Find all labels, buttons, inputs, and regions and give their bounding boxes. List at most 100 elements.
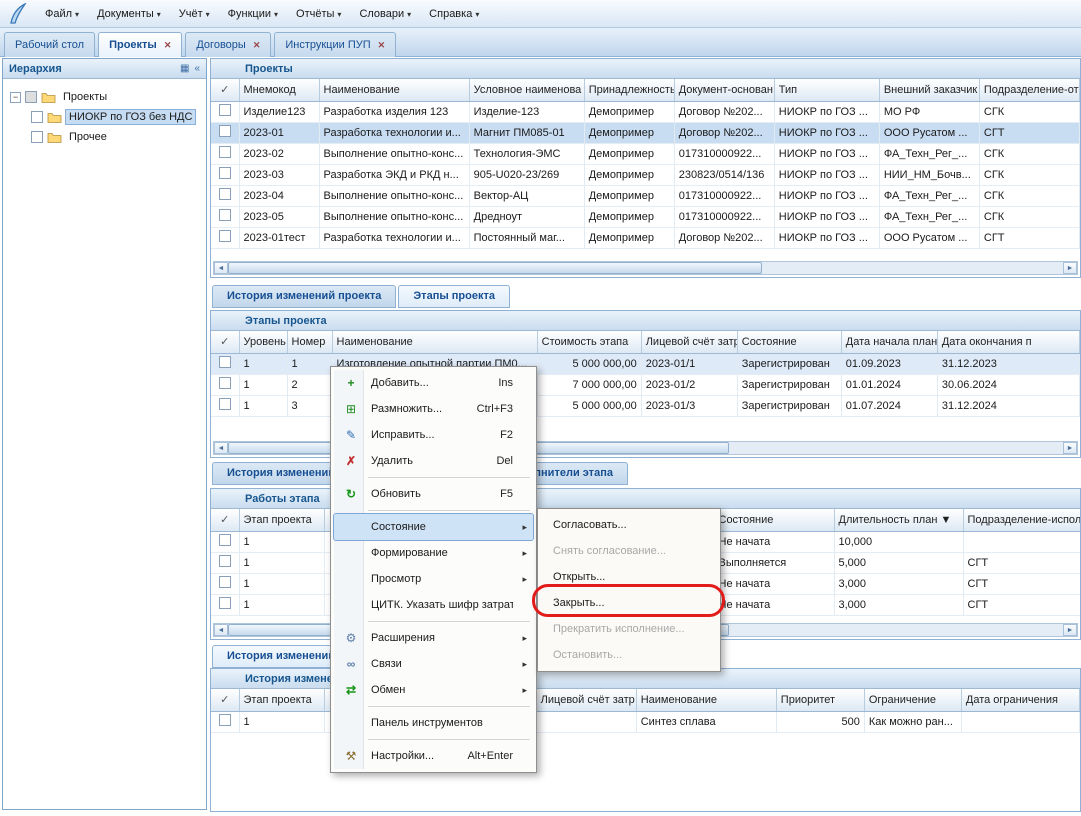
column-header[interactable]: Лицевой счёт затрат: [641, 331, 737, 353]
menu-item-toolbar[interactable]: Панель инструментов: [334, 710, 533, 736]
select-all-column-header[interactable]: ✓: [211, 689, 239, 711]
collapse-node-icon[interactable]: −: [10, 92, 21, 103]
table-row[interactable]: 2023-01Разработка технологии и...Магнит …: [211, 122, 1080, 143]
node-checkbox[interactable]: [31, 111, 43, 123]
column-header[interactable]: Состояние: [737, 331, 841, 353]
menubar-item-functions[interactable]: Функции▾: [219, 4, 287, 24]
menu-item-view[interactable]: Просмотр▸: [334, 566, 533, 592]
select-all-column-header[interactable]: ✓: [211, 509, 239, 531]
table-row[interactable]: 2023-04Выполнение опытно-конс...Вектор-А…: [211, 185, 1080, 206]
row-checkbox[interactable]: [219, 576, 231, 588]
row-checkbox[interactable]: [219, 597, 231, 609]
select-all-column-header[interactable]: ✓: [211, 331, 239, 353]
menu-item-delete[interactable]: ✗УдалитьDel: [334, 448, 533, 474]
row-checkbox[interactable]: [219, 555, 231, 567]
menubar-item-file[interactable]: Файл▾: [36, 4, 88, 24]
menu-item-add[interactable]: +Добавить...Ins: [334, 370, 533, 396]
menu-item-approve[interactable]: Согласовать...: [541, 512, 717, 538]
column-header[interactable]: Принадлежность: [584, 79, 674, 101]
scroll-right-icon[interactable]: ►: [1063, 262, 1077, 274]
tab-contracts[interactable]: Договоры✕: [185, 32, 271, 57]
column-header[interactable]: Этап проекта: [239, 509, 324, 531]
node-checkbox[interactable]: [31, 131, 43, 143]
menubar-item-accounting[interactable]: Учёт▾: [170, 4, 219, 24]
column-header[interactable]: Этап проекта: [239, 689, 324, 711]
tab-desktop[interactable]: Рабочий стол: [4, 32, 95, 57]
menubar-item-documents[interactable]: Документы▾: [88, 4, 170, 24]
column-header[interactable]: Мнемокод: [239, 79, 319, 101]
table-row[interactable]: 2023-05Выполнение опытно-конс...Дредноут…: [211, 206, 1080, 227]
column-header[interactable]: Стоимость этапа: [537, 331, 641, 353]
tab-projects[interactable]: Проекты✕: [98, 32, 182, 57]
scroll-left-icon[interactable]: ◄: [214, 262, 228, 274]
menu-item-settings[interactable]: ⚒Настройки...Alt+Enter: [334, 743, 533, 769]
collapse-panel-icon[interactable]: «: [194, 63, 200, 74]
table-row[interactable]: 2023-02Выполнение опытно-конс...Технолог…: [211, 143, 1080, 164]
scroll-left-icon[interactable]: ◄: [214, 442, 228, 454]
scroll-right-icon[interactable]: ►: [1063, 442, 1077, 454]
tab-project-history[interactable]: История изменений проекта: [212, 285, 396, 308]
column-header[interactable]: Подразделение-исполн: [963, 509, 1081, 531]
scroll-left-icon[interactable]: ◄: [214, 624, 228, 636]
column-header[interactable]: Наименование: [332, 331, 537, 353]
row-checkbox[interactable]: [219, 398, 231, 410]
column-header[interactable]: Внешний заказчик: [879, 79, 979, 101]
column-header[interactable]: Подразделение-от: [979, 79, 1079, 101]
tab-project-stages[interactable]: Этапы проекта: [398, 285, 510, 308]
column-header[interactable]: Дата ограничения: [961, 689, 1079, 711]
scrollbar-thumb[interactable]: [228, 262, 762, 274]
close-icon[interactable]: ✕: [164, 40, 172, 51]
table-row[interactable]: 2023-01тестРазработка технологии и...Пос…: [211, 227, 1080, 248]
column-header[interactable]: Дата начала план: [841, 331, 937, 353]
tab-instructions[interactable]: Инструкции ПУП✕: [274, 32, 396, 57]
row-checkbox[interactable]: [219, 230, 231, 242]
scroll-right-icon[interactable]: ►: [1063, 624, 1077, 636]
row-checkbox[interactable]: [219, 534, 231, 546]
row-checkbox[interactable]: [219, 125, 231, 137]
column-header[interactable]: Номер: [287, 331, 332, 353]
node-checkbox[interactable]: [25, 91, 37, 103]
column-header[interactable]: Приоритет: [776, 689, 864, 711]
tree-node-niokr[interactable]: НИОКР по ГОЗ без НДС: [5, 107, 204, 127]
row-checkbox[interactable]: [219, 377, 231, 389]
table-row[interactable]: 2023-03Разработка ЭКД и РКД н...905-U020…: [211, 164, 1080, 185]
column-header[interactable]: Тип: [774, 79, 879, 101]
column-header[interactable]: Длительность план ▼: [834, 509, 963, 531]
table-row[interactable]: Изделие123Разработка изделия 123Изделие-…: [211, 101, 1080, 122]
menu-item-links[interactable]: ∞Связи▸: [334, 651, 533, 677]
menu-item-refresh[interactable]: ↻ОбновитьF5: [334, 481, 533, 507]
scrollbar-track[interactable]: [228, 262, 1063, 274]
column-header[interactable]: Наименование: [319, 79, 469, 101]
menubar-item-help[interactable]: Справка▾: [420, 4, 488, 24]
column-header[interactable]: Условное наименова: [469, 79, 584, 101]
menu-item-citk-cost-code[interactable]: ЦИТК. Указать шифр затрат...: [334, 592, 533, 618]
column-header[interactable]: Состояние: [714, 509, 834, 531]
column-header[interactable]: Наименование: [636, 689, 776, 711]
row-checkbox[interactable]: [219, 146, 231, 158]
close-icon[interactable]: ✕: [378, 40, 386, 51]
menu-item-state[interactable]: Состояние▸: [334, 514, 533, 540]
tree-node-other[interactable]: Прочее: [5, 127, 204, 147]
menu-item-extensions[interactable]: ⚙Расширения▸: [334, 625, 533, 651]
select-all-column-header[interactable]: ✓: [211, 79, 239, 101]
row-checkbox[interactable]: [219, 714, 231, 726]
row-checkbox[interactable]: [219, 356, 231, 368]
menu-item-duplicate[interactable]: ⊞Размножить...Ctrl+F3: [334, 396, 533, 422]
row-checkbox[interactable]: [219, 167, 231, 179]
column-header[interactable]: Документ-основан: [674, 79, 774, 101]
menu-item-exchange[interactable]: ⇄Обмен▸: [334, 677, 533, 703]
menubar-item-dictionaries[interactable]: Словари▾: [350, 4, 420, 24]
row-checkbox[interactable]: [219, 209, 231, 221]
column-header[interactable]: Ограничение: [864, 689, 961, 711]
tree-node-projects[interactable]: − Проекты: [5, 87, 204, 107]
horizontal-scrollbar[interactable]: ◄ ►: [213, 261, 1078, 275]
menubar-item-reports[interactable]: Отчёты▾: [287, 4, 350, 24]
close-icon[interactable]: ✕: [253, 40, 261, 51]
menu-item-edit[interactable]: ✎Исправить...F2: [334, 422, 533, 448]
row-checkbox[interactable]: [219, 188, 231, 200]
row-checkbox[interactable]: [219, 104, 231, 116]
column-header[interactable]: Уровень: [239, 331, 287, 353]
column-header[interactable]: Дата окончания п: [937, 331, 1079, 353]
grid-view-icon[interactable]: ▦: [180, 63, 189, 74]
menu-item-formation[interactable]: Формирование▸: [334, 540, 533, 566]
